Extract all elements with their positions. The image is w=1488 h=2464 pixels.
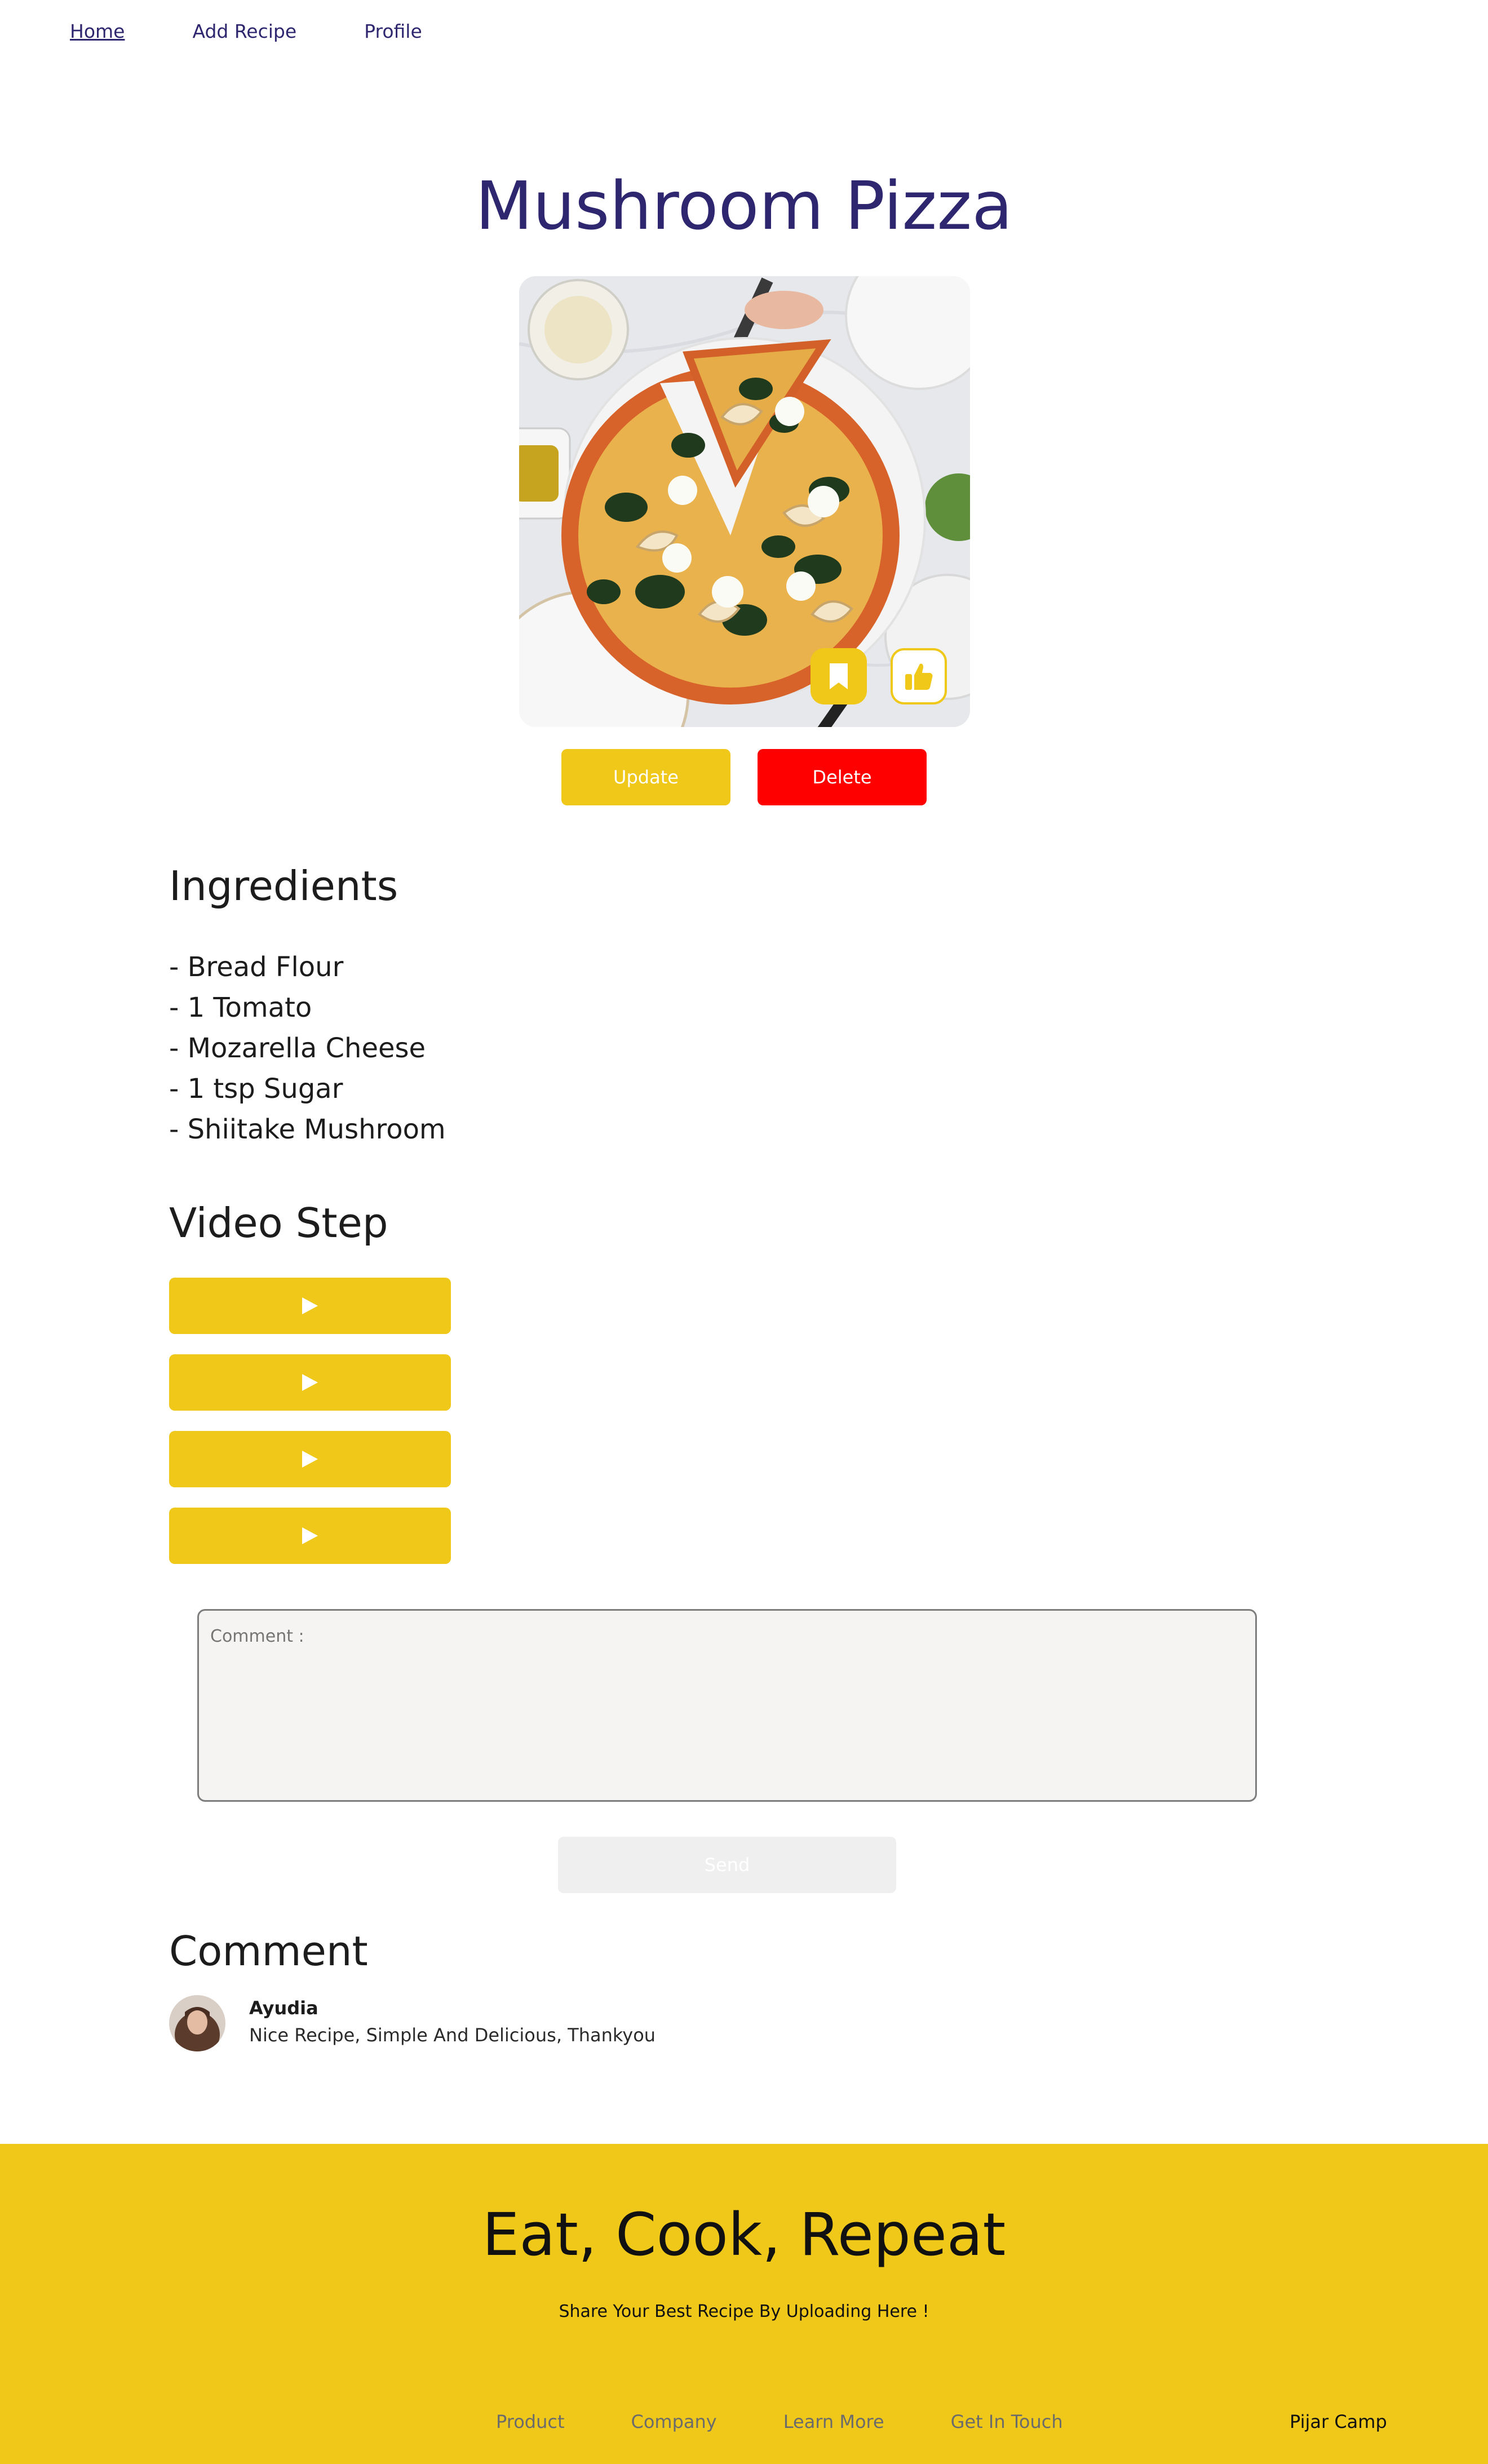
nav-home-link[interactable]: Home: [70, 20, 125, 42]
video-step-button-1[interactable]: [169, 1278, 451, 1334]
video-step-button-4[interactable]: [169, 1508, 451, 1564]
avatar: [169, 1995, 225, 2051]
comment-text: Nice Recipe, Simple And Delicious, Thank…: [249, 2024, 656, 2046]
video-step-heading: Video Step: [169, 1199, 388, 1247]
video-step-button-2[interactable]: [169, 1354, 451, 1411]
footer: Eat, Cook, Repeat Share Your Best Recipe…: [0, 2144, 1488, 2464]
play-icon: [302, 1374, 318, 1391]
comment-heading: Comment: [169, 1927, 368, 1975]
ingredient-item: - 1 tsp Sugar: [169, 1073, 343, 1105]
footer-title: Eat, Cook, Repeat: [482, 2200, 1006, 2269]
footer-link-product[interactable]: Product: [496, 2411, 565, 2432]
ingredient-item: - Shiitake Mushroom: [169, 1114, 446, 1145]
play-icon: [302, 1451, 318, 1468]
footer-link-company[interactable]: Company: [631, 2411, 717, 2432]
update-button[interactable]: Update: [561, 749, 730, 805]
ingredients-heading: Ingredients: [169, 862, 398, 910]
play-icon: [302, 1527, 318, 1544]
nav-add-recipe-link[interactable]: Add Recipe: [192, 20, 296, 42]
recipe-title: Mushroom Pizza: [475, 167, 1013, 245]
thumbs-up-icon: [905, 663, 933, 690]
comment-input[interactable]: [197, 1609, 1257, 1802]
footer-links: Product Company Learn More Get In Touch: [496, 2411, 1130, 2432]
recipe-image: [519, 276, 970, 727]
footer-link-get-in-touch[interactable]: Get In Touch: [951, 2411, 1063, 2432]
footer-subtitle: Share Your Best Recipe By Uploading Here…: [559, 2302, 929, 2321]
ingredients-list: - Bread Flour - 1 Tomato - Mozarella Che…: [169, 947, 446, 1150]
ingredient-item: - 1 Tomato: [169, 992, 312, 1023]
comment-author: Ayudia: [249, 1997, 318, 2019]
play-icon: [302, 1297, 318, 1314]
footer-link-learn-more[interactable]: Learn More: [783, 2411, 884, 2432]
ingredient-item: - Bread Flour: [169, 951, 344, 983]
video-step-button-3[interactable]: [169, 1431, 451, 1487]
top-nav: Home Add Recipe Profile: [70, 20, 490, 42]
bookmark-button[interactable]: [811, 648, 867, 704]
user-avatar-icon: [169, 1995, 225, 2051]
like-button[interactable]: [891, 648, 947, 704]
send-button[interactable]: Send: [558, 1837, 896, 1893]
nav-profile-link[interactable]: Profile: [364, 20, 422, 42]
bookmark-icon: [830, 663, 848, 689]
delete-button[interactable]: Delete: [758, 749, 927, 805]
ingredient-item: - Mozarella Cheese: [169, 1032, 426, 1064]
footer-brand: Pijar Camp: [1290, 2411, 1387, 2432]
